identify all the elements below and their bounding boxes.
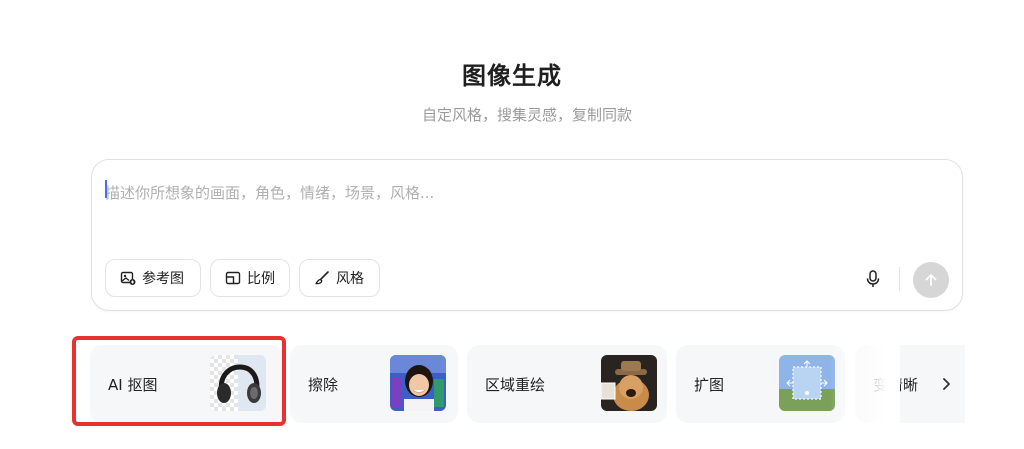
tool-card-expand[interactable]: 扩图	[676, 345, 845, 423]
image-add-icon	[120, 271, 136, 285]
ratio-button[interactable]: 比例	[210, 259, 290, 297]
aspect-ratio-icon	[225, 271, 241, 285]
microphone-icon[interactable]	[863, 269, 883, 289]
text-caret	[105, 180, 107, 198]
carousel-next-button[interactable]	[932, 370, 960, 398]
toolbar-divider	[899, 267, 900, 291]
send-button[interactable]	[913, 262, 949, 298]
carousel-fade	[830, 345, 900, 423]
reference-image-label: 参考图	[142, 271, 184, 287]
dog-hat-thumbnail	[601, 355, 657, 411]
tool-card-erase[interactable]: 擦除	[290, 345, 458, 423]
page-title: 图像生成	[462, 62, 562, 90]
prompt-input[interactable]	[105, 178, 945, 208]
style-label: 风格	[336, 271, 364, 287]
prompt-box: 参考图 比例 风格	[91, 159, 963, 311]
page-subtitle: 自定风格，搜集灵感，复制同款	[421, 106, 632, 124]
girl-portrait-thumbnail	[390, 355, 446, 411]
tool-label: 扩图	[694, 376, 725, 394]
tool-label: 区域重绘	[485, 376, 546, 394]
tool-label: 擦除	[308, 376, 339, 394]
highlight-annotation	[72, 336, 286, 426]
reference-image-button[interactable]: 参考图	[105, 259, 201, 297]
chevron-right-icon	[943, 378, 950, 390]
landscape-expand-thumbnail	[779, 355, 835, 411]
arrow-up-icon	[925, 274, 937, 286]
tool-card-region-redraw[interactable]: 区域重绘	[467, 345, 667, 423]
brush-icon	[315, 271, 329, 285]
ratio-label: 比例	[247, 271, 275, 287]
style-button[interactable]: 风格	[299, 259, 380, 297]
